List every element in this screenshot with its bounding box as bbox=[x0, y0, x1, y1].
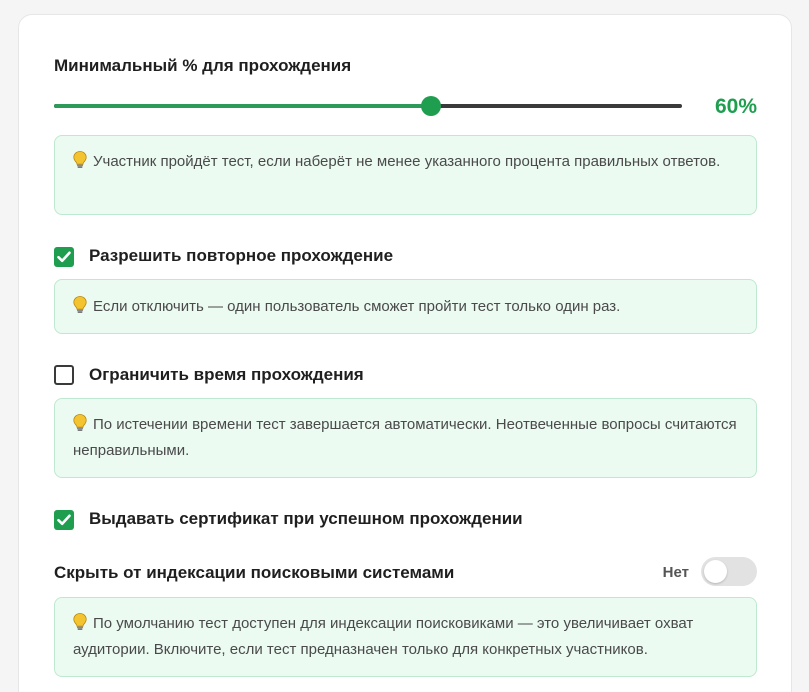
hide-indexing-hint: По умолчанию тест доступен для индексаци… bbox=[54, 597, 757, 677]
checkmark-icon bbox=[57, 251, 71, 263]
slider-value: 60% bbox=[714, 95, 757, 118]
certificate-label[interactable]: Выдавать сертификат при успешном прохожд… bbox=[89, 509, 523, 529]
allow-retake-hint-text: Если отключить — один пользователь сможе… bbox=[93, 298, 621, 315]
lightbulb-icon bbox=[73, 296, 87, 313]
slider-fill bbox=[54, 104, 431, 108]
allow-retake-hint: Если отключить — один пользователь сможе… bbox=[54, 279, 757, 334]
slider-thumb[interactable] bbox=[421, 96, 441, 116]
hide-indexing-toggle[interactable] bbox=[701, 557, 757, 586]
checkmark-icon bbox=[57, 514, 71, 526]
limit-time-checkbox[interactable] bbox=[54, 365, 74, 385]
limit-time-hint: По истечении времени тест завершается ав… bbox=[54, 398, 757, 478]
allow-retake-checkbox[interactable] bbox=[54, 247, 74, 267]
allow-retake-label[interactable]: Разрешить повторное прохождение bbox=[89, 246, 393, 266]
min-percent-label: Минимальный % для прохождения bbox=[54, 56, 352, 75]
toggle-state-text: Нет bbox=[662, 564, 689, 581]
limit-time-hint-text: По истечении времени тест завершается ав… bbox=[73, 416, 737, 459]
limit-time-label[interactable]: Ограничить время прохождения bbox=[89, 365, 364, 385]
hide-indexing-hint-text: По умолчанию тест доступен для индексаци… bbox=[73, 615, 694, 658]
toggle-knob bbox=[704, 560, 727, 583]
lightbulb-icon bbox=[73, 414, 87, 431]
lightbulb-icon bbox=[73, 613, 87, 630]
min-percent-hint-text: Участник пройдёт тест, если наберёт не м… bbox=[93, 153, 721, 170]
hide-indexing-label: Скрыть от индексации поисковыми системам… bbox=[54, 563, 455, 582]
min-percent-slider[interactable] bbox=[54, 96, 682, 116]
lightbulb-icon bbox=[73, 151, 87, 168]
min-percent-hint: Участник пройдёт тест, если наберёт не м… bbox=[54, 135, 757, 215]
certificate-checkbox[interactable] bbox=[54, 510, 74, 530]
